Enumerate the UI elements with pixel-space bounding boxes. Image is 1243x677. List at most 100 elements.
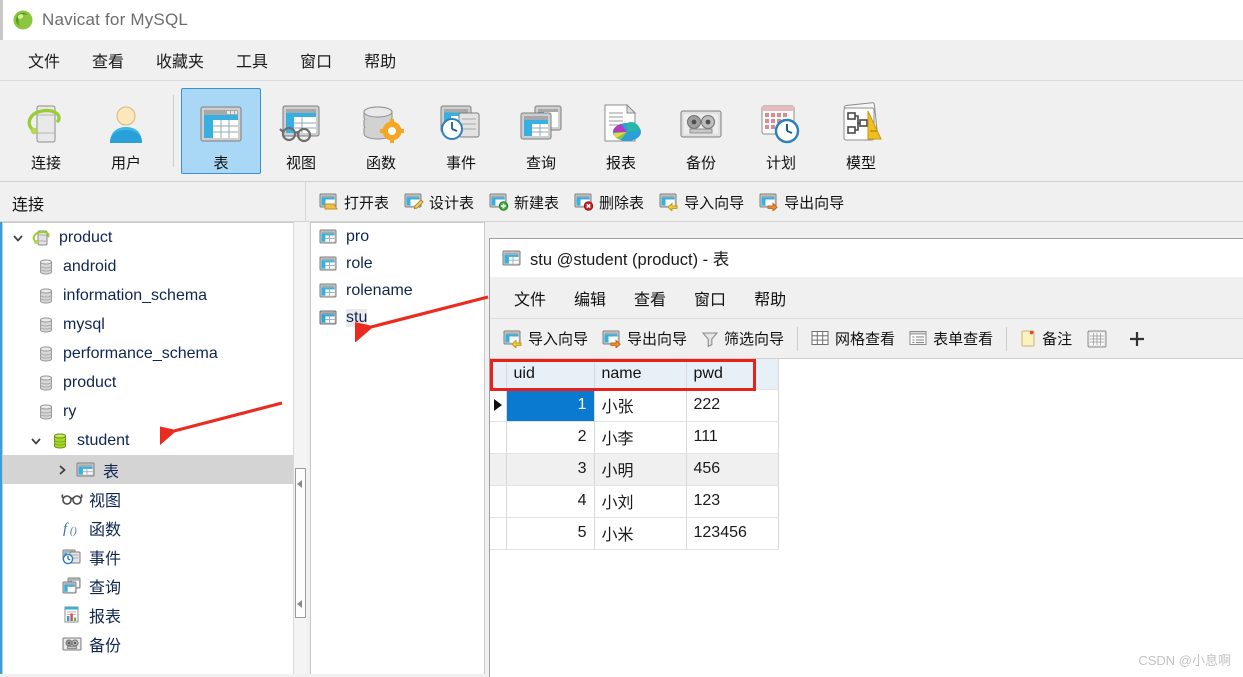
table-row[interactable]: 3 小明 456 [490, 453, 779, 486]
menu-tools[interactable]: 工具 [220, 44, 284, 76]
export-wizard-button[interactable]: 导出向导 [753, 187, 850, 217]
cell-pwd[interactable]: 111 [686, 421, 779, 454]
tree-node-ry[interactable]: ry [3, 397, 305, 426]
toolbar-button-report[interactable]: 报表 [581, 88, 661, 174]
toolbar-button-connection[interactable]: 连接 [6, 88, 86, 174]
data-grid-container[interactable]: uid name pwd 1 小张 222 2 小李 111 3 小明 456 … [490, 359, 1243, 550]
tree-node-tables-folder[interactable]: 表 [3, 455, 305, 484]
column-header-pwd[interactable]: pwd [686, 359, 779, 390]
cell-name[interactable]: 小明 [594, 453, 687, 486]
cell-name[interactable]: 小李 [594, 421, 687, 454]
chevron-right-icon[interactable] [51, 464, 73, 476]
child-import-wizard-button[interactable]: 导入向导 [496, 324, 595, 354]
tree-node-android[interactable]: android [3, 252, 305, 281]
grid-view-button[interactable]: 网格查看 [804, 324, 902, 354]
cell-uid[interactable]: 3 [506, 453, 595, 486]
child-window-title: stu @student (product) - 表 [530, 251, 730, 269]
cell-name[interactable]: 小米 [594, 517, 687, 550]
toolbar-button-event[interactable]: 事件 [421, 88, 501, 174]
list-item-stu[interactable]: stu [311, 304, 484, 331]
table-icon [319, 310, 341, 326]
filter-wizard-button[interactable]: 筛选向导 [694, 324, 791, 354]
form-view-button[interactable]: 表单查看 [902, 324, 1000, 354]
toolbar-button-table[interactable]: 表 [181, 88, 261, 174]
add-record-button[interactable] [1120, 324, 1159, 354]
toolbar-button-model[interactable]: 模型 [821, 88, 901, 174]
tree-scrollbar[interactable] [293, 222, 307, 677]
toolbar-button-schedule[interactable]: 计划 [741, 88, 821, 174]
toolbar-label-report: 报表 [605, 155, 636, 172]
child-menu-file[interactable]: 文件 [500, 282, 560, 314]
menu-file[interactable]: 文件 [12, 44, 76, 76]
tree-node-backups-folder[interactable]: 备份 [3, 629, 305, 658]
cell-pwd[interactable]: 123456 [686, 517, 779, 550]
menu-favorites[interactable]: 收藏夹 [140, 44, 220, 76]
tree-scrollbar-thumb[interactable] [295, 468, 306, 618]
tree-node-queries-folder[interactable]: 查询 [3, 571, 305, 600]
tree-node-product-db[interactable]: product [3, 368, 305, 397]
chevron-down-icon[interactable] [7, 232, 29, 244]
tree-node-views-folder[interactable]: 视图 [3, 484, 305, 513]
column-header-uid[interactable]: uid [506, 359, 595, 390]
table-row[interactable]: 5 小米 123456 [490, 517, 779, 550]
open-table-button[interactable]: 打开表 [313, 187, 395, 217]
child-menu-bar: 文件 编辑 查看 窗口 帮助 [490, 277, 1243, 319]
list-item-pro[interactable]: pro [311, 223, 484, 250]
tree-node-functions-folder[interactable]: f () 函数 [3, 513, 305, 542]
note-button[interactable]: 备注 [1013, 324, 1079, 354]
calendar-grid-button[interactable] [1079, 324, 1120, 354]
cell-pwd[interactable]: 123 [686, 485, 779, 518]
table-row[interactable]: 2 小李 111 [490, 421, 779, 454]
toolbar-button-query[interactable]: 查询 [501, 88, 581, 174]
cell-uid[interactable]: 2 [506, 421, 595, 454]
child-export-wizard-button[interactable]: 导出向导 [595, 324, 694, 354]
toolbar-label-function: 函数 [365, 155, 396, 172]
cell-uid[interactable]: 5 [506, 517, 595, 550]
child-menu-edit[interactable]: 编辑 [560, 282, 620, 314]
cell-uid[interactable]: 4 [506, 485, 595, 518]
title-bar: Navicat for MySQL [0, 0, 1243, 40]
navicat-application-window: Navicat for MySQL 文件 查看 收藏夹 工具 窗口 帮助 连接 [0, 0, 1243, 677]
connections-tree[interactable]: product android information_schema mysql… [2, 222, 306, 677]
tree-label: 报表 [89, 608, 122, 626]
list-item-rolename[interactable]: rolename [311, 277, 484, 304]
cell-pwd[interactable]: 222 [686, 389, 779, 422]
child-menu-view[interactable]: 查看 [620, 282, 680, 314]
delete-table-button[interactable]: 删除表 [568, 187, 650, 217]
toolbar-button-user[interactable]: 用户 [86, 88, 166, 174]
new-table-button[interactable]: 新建表 [483, 187, 565, 217]
grid-view-label: 网格查看 [835, 331, 896, 348]
tree-node-student-db[interactable]: student [3, 426, 305, 455]
menu-help[interactable]: 帮助 [348, 44, 412, 76]
list-item-role[interactable]: role [311, 250, 484, 277]
cell-pwd[interactable]: 456 [686, 453, 779, 486]
tree-node-information-schema[interactable]: information_schema [3, 281, 305, 310]
data-grid[interactable]: uid name pwd 1 小张 222 2 小李 111 3 小明 456 … [490, 359, 779, 550]
cell-uid[interactable]: 1 [506, 389, 595, 422]
tree-node-events-folder[interactable]: 事件 [3, 542, 305, 571]
table-icon [319, 229, 341, 245]
tree-node-reports-folder[interactable]: 报表 [3, 600, 305, 629]
cell-name[interactable]: 小刘 [594, 485, 687, 518]
design-table-button[interactable]: 设计表 [398, 187, 480, 217]
toolbar-button-function[interactable]: 函数 [341, 88, 421, 174]
tree-node-product-connection[interactable]: product [3, 223, 305, 252]
cell-name[interactable]: 小张 [594, 389, 687, 422]
toolbar-button-backup[interactable]: 备份 [661, 88, 741, 174]
import-wizard-button[interactable]: 导入向导 [653, 187, 750, 217]
chevron-down-icon[interactable] [25, 435, 47, 447]
tree-node-mysql[interactable]: mysql [3, 310, 305, 339]
row-marker [490, 517, 507, 550]
toolbar-button-view[interactable]: 视图 [261, 88, 341, 174]
menu-window[interactable]: 窗口 [284, 44, 348, 76]
table-list-pane[interactable]: pro role rolename stu [310, 222, 485, 677]
user-icon [104, 97, 148, 150]
child-menu-help[interactable]: 帮助 [740, 282, 800, 314]
child-menu-window[interactable]: 窗口 [680, 282, 740, 314]
column-header-name[interactable]: name [594, 359, 687, 390]
tree-node-performance-schema[interactable]: performance_schema [3, 339, 305, 368]
table-row[interactable]: 4 小刘 123 [490, 485, 779, 518]
table-row[interactable]: 1 小张 222 [490, 389, 779, 422]
delete-table-icon [574, 193, 594, 211]
menu-view[interactable]: 查看 [76, 44, 140, 76]
